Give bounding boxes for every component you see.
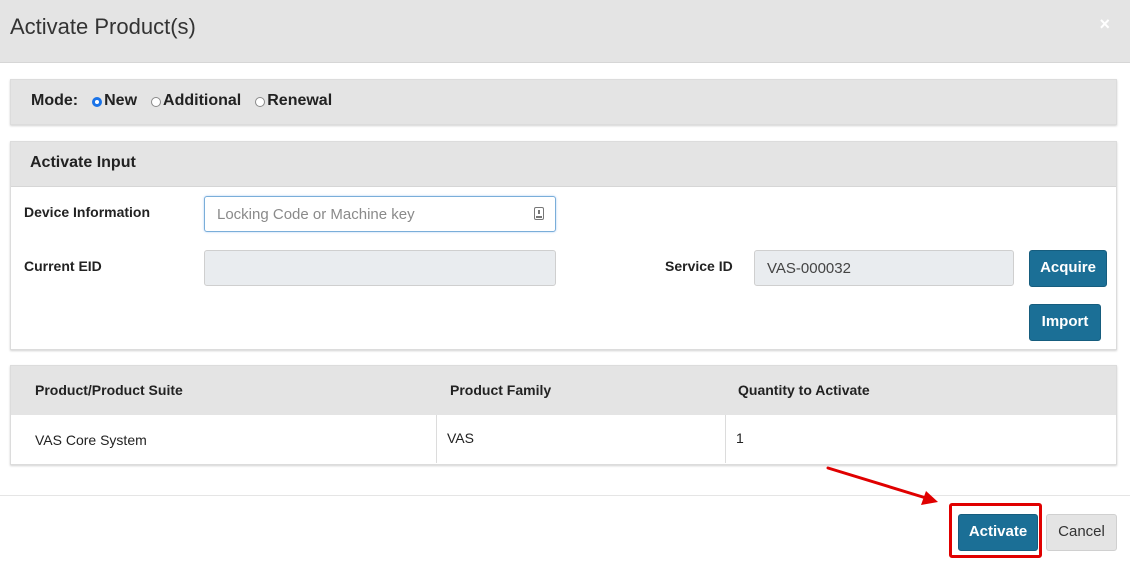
cell-product: VAS Core System: [35, 432, 147, 448]
arrow-annotation-icon: [826, 466, 938, 505]
modal-header: Activate Product(s) ×: [0, 0, 1130, 63]
table-header-row: Product/Product Suite Product Family Qua…: [11, 366, 1116, 415]
column-divider: [725, 415, 726, 463]
import-button[interactable]: Import: [1029, 304, 1101, 341]
activate-input-heading: Activate Input: [30, 154, 136, 171]
radio-additional-icon[interactable]: [151, 97, 162, 107]
mode-option-new[interactable]: New: [92, 92, 137, 110]
activate-input-heading-bar: Activate Input: [11, 142, 1116, 187]
activate-input-panel: Activate Input: [10, 141, 1117, 350]
footer-divider: [0, 495, 1130, 496]
column-header-family: Product Family: [450, 382, 552, 398]
radio-new-checked-icon[interactable]: [92, 97, 103, 107]
close-icon[interactable]: ×: [1099, 14, 1110, 35]
mode-option-additional[interactable]: Additional: [151, 92, 241, 110]
current-eid-label: Current EID: [24, 258, 102, 274]
service-id-input[interactable]: [754, 250, 1014, 286]
mode-radio-group: Mode: New Additional Renewal: [31, 92, 346, 110]
column-header-quantity: Quantity to Activate: [738, 382, 870, 398]
mode-option-renewal[interactable]: Renewal: [255, 92, 332, 110]
acquire-button[interactable]: Acquire: [1029, 250, 1107, 287]
device-information-label: Device Information: [24, 204, 151, 220]
keyboard-lock-icon[interactable]: [534, 207, 544, 220]
cell-family: VAS: [447, 430, 474, 446]
modal-title: Activate Product(s): [10, 14, 196, 39]
mode-label: Mode:: [31, 92, 79, 109]
mode-option-additional-label: Additional: [163, 92, 242, 109]
mode-panel: Mode: New Additional Renewal: [10, 79, 1117, 125]
device-information-input[interactable]: [204, 196, 556, 232]
service-id-label: Service ID: [665, 258, 733, 274]
column-header-product: Product/Product Suite: [35, 382, 183, 398]
current-eid-input[interactable]: [204, 250, 556, 286]
column-divider: [436, 415, 437, 463]
cell-quantity: 1: [736, 430, 744, 446]
radio-renewal-icon[interactable]: [255, 97, 266, 107]
mode-option-renewal-label: Renewal: [267, 92, 333, 109]
cancel-button[interactable]: Cancel: [1046, 514, 1117, 551]
mode-option-new-label: New: [104, 92, 138, 109]
product-table: Product/Product Suite Product Family Qua…: [10, 365, 1117, 465]
activate-button[interactable]: Activate: [958, 514, 1038, 551]
